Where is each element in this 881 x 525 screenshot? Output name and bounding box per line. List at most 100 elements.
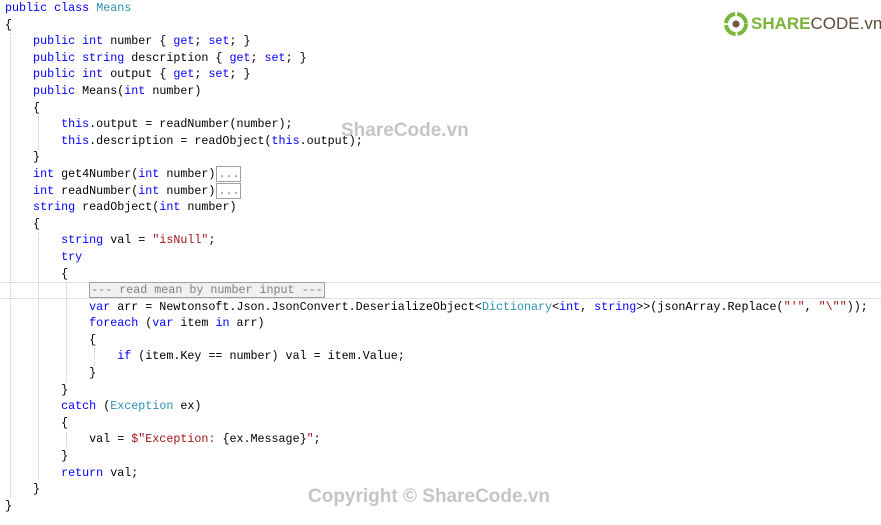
code-line[interactable]: int get4Number(int number)... [5,165,868,183]
code-token: ; [250,50,265,65]
code-token: } [5,482,41,497]
code-line[interactable]: foreach (var item in arr) [5,315,868,332]
code-line[interactable]: public int output { get; set; } [5,66,868,83]
code-token: , [580,299,595,314]
code-token: if [5,349,139,364]
code-token: val; [110,465,139,480]
code-line[interactable]: { [5,332,868,349]
code-token: in [215,316,237,331]
code-line[interactable]: string readObject(int number) [5,199,868,216]
code-token: output { [110,67,174,82]
code-token: { [5,100,41,115]
code-line[interactable]: public string description { get; set; } [5,50,868,67]
code-token: arr = Newtonsoft.Json.JsonConvert.Deseri… [117,299,482,314]
code-token: ; [194,67,209,82]
code-token: return [5,465,111,480]
code-token: >>(jsonArray.Replace( [636,299,784,314]
code-token: item [180,316,216,331]
code-token: public string [5,50,132,65]
code-token: val = [110,233,153,248]
code-token: get [173,67,195,82]
code-token: this [5,117,90,132]
code-token: , [804,299,819,314]
code-token: val = [5,432,132,447]
code-token: (item.Key == number) val = item.Value; [138,349,405,364]
code-line[interactable]: int readNumber(int number)... [5,182,868,200]
code-line[interactable]: } [5,448,868,465]
logo-text-code: CODE.vn [810,14,881,33]
code-line[interactable]: if (item.Key == number) val = item.Value… [5,348,868,365]
code-token: .description = readObject( [89,133,272,148]
code-token: get4Number( [61,166,139,181]
code-token: string [5,233,111,248]
code-token: int [5,166,62,181]
code-line[interactable]: { [5,100,868,117]
code-token: int [124,83,153,98]
code-token: number) [166,183,216,198]
collapsed-block-button[interactable]: ... [216,182,242,199]
code-token: this [271,133,300,148]
code-token: ex) [180,399,202,414]
code-line[interactable]: { [5,266,868,283]
code-token: int [5,183,62,198]
code-line[interactable]: { [5,415,868,432]
code-token: readObject( [82,200,160,215]
code-line[interactable]: val = $"Exception: {ex.Message}"; [5,431,868,448]
code-token: catch [5,399,104,414]
watermark-center: ShareCode.vn [341,120,469,141]
code-line[interactable]: } [5,365,868,382]
code-line[interactable]: try [5,249,868,266]
code-token: { [5,266,69,281]
code-token: get [173,34,195,49]
code-line[interactable]: var arr = Newtonsoft.Json.JsonConvert.De… [5,299,868,316]
code-line[interactable]: --- read mean by number input --- [5,282,868,299]
code-token: number { [110,34,174,49]
code-token: } [5,449,69,464]
code-token: Dictionary [481,299,553,314]
code-token: ; [313,432,321,447]
code-token: )); [846,299,868,314]
code-token: Means( [82,83,125,98]
code-token: get [229,50,251,65]
code-editor[interactable]: public class Means{ public int number { … [5,0,868,514]
code-token: int [159,200,188,215]
code-line[interactable]: return val; [5,465,868,482]
code-token: this [5,133,90,148]
code-token: {ex.Message} [222,432,307,447]
logo-text-share: SHARE [751,14,811,33]
code-token: } [5,366,97,381]
code-token: int [138,183,167,198]
sharecode-logo: SHARE CODE.vn [724,12,881,36]
code-token: public int [5,67,111,82]
collapsed-block-button[interactable]: ... [216,165,242,182]
code-token: ; } [229,67,251,82]
code-line[interactable]: public Means(int number) [5,83,868,100]
code-token: public class [5,1,97,15]
code-token: number) [187,200,237,215]
code-token: "isNull" [152,233,209,248]
code-token: { [5,332,97,347]
code-line[interactable]: { [5,216,868,233]
code-token: } [5,382,69,397]
code-token: { [5,17,13,32]
code-token: { [5,415,69,430]
code-token: " [306,432,314,447]
code-line[interactable]: } [5,149,868,166]
code-token: $"Exception: [131,432,223,447]
code-token: arr) [236,316,265,331]
code-token: number) [166,166,216,181]
code-token: int [138,166,167,181]
code-token: Exception [110,399,181,414]
recycle-logo-icon [724,12,748,36]
code-token: var [5,299,118,314]
code-token: set [264,50,286,65]
code-token: "'" [783,299,805,314]
code-token: try [5,249,83,264]
code-line[interactable]: catch (Exception ex) [5,398,868,415]
code-token: set [208,67,230,82]
code-line[interactable]: string val = "isNull"; [5,232,868,249]
code-token: ; [208,233,216,248]
code-line[interactable]: } [5,382,868,399]
collapsed-region[interactable]: --- read mean by number input --- [89,282,325,299]
